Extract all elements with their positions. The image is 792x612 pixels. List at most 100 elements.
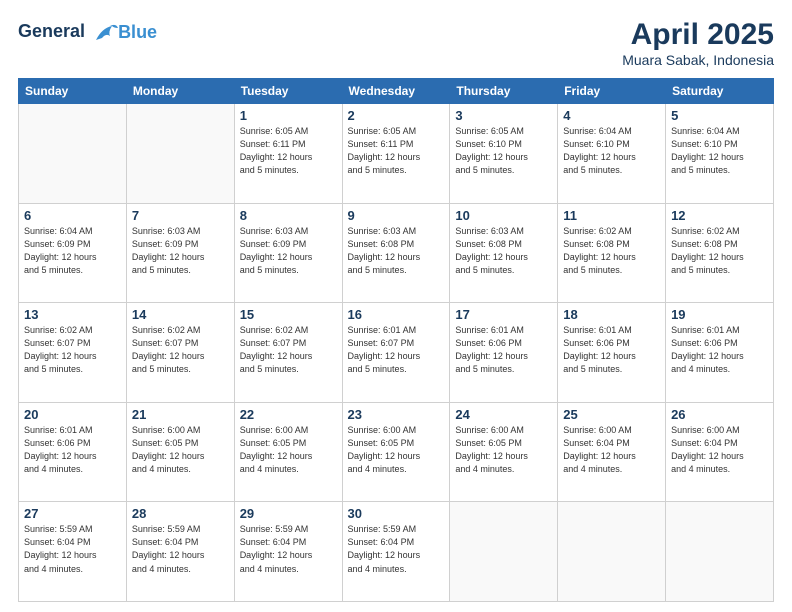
day-info: Sunrise: 6:01 AM Sunset: 6:06 PM Dayligh…: [455, 324, 552, 376]
calendar-cell: [666, 502, 774, 602]
day-info: Sunrise: 6:04 AM Sunset: 6:10 PM Dayligh…: [671, 125, 768, 177]
day-info: Sunrise: 6:02 AM Sunset: 6:07 PM Dayligh…: [132, 324, 229, 376]
day-info: Sunrise: 6:03 AM Sunset: 6:09 PM Dayligh…: [132, 225, 229, 277]
calendar-cell: 13 Sunrise: 6:02 AM Sunset: 6:07 PM Dayli…: [19, 303, 127, 403]
calendar-cell: 5 Sunrise: 6:04 AM Sunset: 6:10 PM Daylig…: [666, 104, 774, 204]
logo-bird-icon: [92, 18, 120, 46]
calendar-cell: 21Sunrise: 6:00 AM Sunset: 6:05 PM Dayli…: [126, 402, 234, 502]
day-info: Sunrise: 6:01 AM Sunset: 6:06 PM Dayligh…: [24, 424, 121, 476]
calendar-cell: 19 Sunrise: 6:01 AM Sunset: 6:06 PM Dayli…: [666, 303, 774, 403]
day-number: 26: [671, 407, 768, 422]
header-monday: Monday: [126, 79, 234, 104]
header-friday: Friday: [558, 79, 666, 104]
calendar-cell: 3 Sunrise: 6:05 AM Sunset: 6:10 PM Daylig…: [450, 104, 558, 204]
day-number: 14: [132, 307, 229, 322]
day-info: Sunrise: 6:02 AM Sunset: 6:07 PM Dayligh…: [24, 324, 121, 376]
header-tuesday: Tuesday: [234, 79, 342, 104]
day-info: Sunrise: 6:00 AM Sunset: 6:05 PM Dayligh…: [240, 424, 337, 476]
calendar-cell: 20 Sunrise: 6:01 AM Sunset: 6:06 PM Dayli…: [19, 402, 127, 502]
calendar-cell: 12 Sunrise: 6:02 AM Sunset: 6:08 PM Dayli…: [666, 203, 774, 303]
calendar-cell: 11Sunrise: 6:02 AM Sunset: 6:08 PM Dayli…: [558, 203, 666, 303]
calendar-cell: 6 Sunrise: 6:04 AM Sunset: 6:09 PM Daylig…: [19, 203, 127, 303]
page: General Blue April 2025 Muara Sabak, Ind…: [0, 0, 792, 612]
day-number: 6: [24, 208, 121, 223]
day-number: 15: [240, 307, 337, 322]
day-number: 18: [563, 307, 660, 322]
week-row-4: 27 Sunrise: 5:59 AM Sunset: 6:04 PM Dayli…: [19, 502, 774, 602]
day-info: Sunrise: 6:03 AM Sunset: 6:08 PM Dayligh…: [348, 225, 445, 277]
calendar-cell: 27Sunrise: 5:59 AM Sunset: 6:04 PM Dayli…: [19, 502, 127, 602]
calendar-cell: 24Sunrise: 6:00 AM Sunset: 6:05 PM Dayli…: [450, 402, 558, 502]
calendar-cell: 25 Sunrise: 6:00 AM Sunset: 6:04 PM Dayli…: [558, 402, 666, 502]
calendar-cell: 10Sunrise: 6:03 AM Sunset: 6:08 PM Dayli…: [450, 203, 558, 303]
calendar-cell: 29Sunrise: 5:59 AM Sunset: 6:04 PM Dayli…: [234, 502, 342, 602]
logo: General Blue: [18, 18, 157, 46]
day-number: 7: [132, 208, 229, 223]
week-row-2: 13 Sunrise: 6:02 AM Sunset: 6:07 PM Dayli…: [19, 303, 774, 403]
day-number: 17: [455, 307, 552, 322]
day-number: 23: [348, 407, 445, 422]
calendar-cell: 2Sunrise: 6:05 AM Sunset: 6:11 PM Daylig…: [342, 104, 450, 204]
week-row-1: 6 Sunrise: 6:04 AM Sunset: 6:09 PM Daylig…: [19, 203, 774, 303]
day-info: Sunrise: 6:02 AM Sunset: 6:07 PM Dayligh…: [240, 324, 337, 376]
day-info: Sunrise: 6:04 AM Sunset: 6:09 PM Dayligh…: [24, 225, 121, 277]
calendar-cell: 22 Sunrise: 6:00 AM Sunset: 6:05 PM Dayli…: [234, 402, 342, 502]
day-info: Sunrise: 6:01 AM Sunset: 6:07 PM Dayligh…: [348, 324, 445, 376]
day-number: 27: [24, 506, 121, 521]
month-title: April 2025: [622, 18, 774, 52]
weekday-header-row: Sunday Monday Tuesday Wednesday Thursday…: [19, 79, 774, 104]
day-info: Sunrise: 6:00 AM Sunset: 6:04 PM Dayligh…: [563, 424, 660, 476]
calendar-cell: 1 Sunrise: 6:05 AM Sunset: 6:11 PM Daylig…: [234, 104, 342, 204]
header: General Blue April 2025 Muara Sabak, Ind…: [18, 18, 774, 68]
day-info: Sunrise: 6:04 AM Sunset: 6:10 PM Dayligh…: [563, 125, 660, 177]
calendar-cell: 30Sunrise: 5:59 AM Sunset: 6:04 PM Dayli…: [342, 502, 450, 602]
day-number: 20: [24, 407, 121, 422]
title-section: April 2025 Muara Sabak, Indonesia: [622, 18, 774, 68]
day-number: 13: [24, 307, 121, 322]
logo-general: General: [18, 21, 85, 41]
day-number: 5: [671, 108, 768, 123]
calendar-cell: [558, 502, 666, 602]
day-info: Sunrise: 6:01 AM Sunset: 6:06 PM Dayligh…: [671, 324, 768, 376]
day-number: 21: [132, 407, 229, 422]
calendar-cell: 7 Sunrise: 6:03 AM Sunset: 6:09 PM Daylig…: [126, 203, 234, 303]
week-row-3: 20 Sunrise: 6:01 AM Sunset: 6:06 PM Dayli…: [19, 402, 774, 502]
calendar-cell: 9 Sunrise: 6:03 AM Sunset: 6:08 PM Daylig…: [342, 203, 450, 303]
day-number: 16: [348, 307, 445, 322]
day-info: Sunrise: 6:00 AM Sunset: 6:05 PM Dayligh…: [348, 424, 445, 476]
day-info: Sunrise: 6:05 AM Sunset: 6:10 PM Dayligh…: [455, 125, 552, 177]
day-info: Sunrise: 6:00 AM Sunset: 6:05 PM Dayligh…: [455, 424, 552, 476]
day-number: 28: [132, 506, 229, 521]
day-number: 8: [240, 208, 337, 223]
day-number: 12: [671, 208, 768, 223]
day-number: 1: [240, 108, 337, 123]
day-info: Sunrise: 5:59 AM Sunset: 6:04 PM Dayligh…: [348, 523, 445, 575]
day-number: 3: [455, 108, 552, 123]
location: Muara Sabak, Indonesia: [622, 52, 774, 68]
calendar-cell: 18 Sunrise: 6:01 AM Sunset: 6:06 PM Dayli…: [558, 303, 666, 403]
day-number: 22: [240, 407, 337, 422]
header-sunday: Sunday: [19, 79, 127, 104]
calendar-cell: 14 Sunrise: 6:02 AM Sunset: 6:07 PM Dayli…: [126, 303, 234, 403]
day-number: 25: [563, 407, 660, 422]
day-info: Sunrise: 6:02 AM Sunset: 6:08 PM Dayligh…: [671, 225, 768, 277]
calendar-cell: 26 Sunrise: 6:00 AM Sunset: 6:04 PM Dayli…: [666, 402, 774, 502]
day-info: Sunrise: 6:02 AM Sunset: 6:08 PM Dayligh…: [563, 225, 660, 277]
day-info: Sunrise: 6:05 AM Sunset: 6:11 PM Dayligh…: [240, 125, 337, 177]
calendar-table: Sunday Monday Tuesday Wednesday Thursday…: [18, 78, 774, 602]
day-info: Sunrise: 6:00 AM Sunset: 6:04 PM Dayligh…: [671, 424, 768, 476]
calendar-cell: [450, 502, 558, 602]
calendar-cell: 4 Sunrise: 6:04 AM Sunset: 6:10 PM Daylig…: [558, 104, 666, 204]
calendar-cell: 16 Sunrise: 6:01 AM Sunset: 6:07 PM Dayli…: [342, 303, 450, 403]
day-number: 19: [671, 307, 768, 322]
header-thursday: Thursday: [450, 79, 558, 104]
day-number: 2: [348, 108, 445, 123]
day-number: 9: [348, 208, 445, 223]
logo-blue: Blue: [118, 22, 157, 43]
day-info: Sunrise: 6:01 AM Sunset: 6:06 PM Dayligh…: [563, 324, 660, 376]
day-info: Sunrise: 6:03 AM Sunset: 6:09 PM Dayligh…: [240, 225, 337, 277]
calendar-cell: [19, 104, 127, 204]
day-number: 4: [563, 108, 660, 123]
calendar-cell: 28Sunrise: 5:59 AM Sunset: 6:04 PM Dayli…: [126, 502, 234, 602]
calendar-cell: 8 Sunrise: 6:03 AM Sunset: 6:09 PM Daylig…: [234, 203, 342, 303]
